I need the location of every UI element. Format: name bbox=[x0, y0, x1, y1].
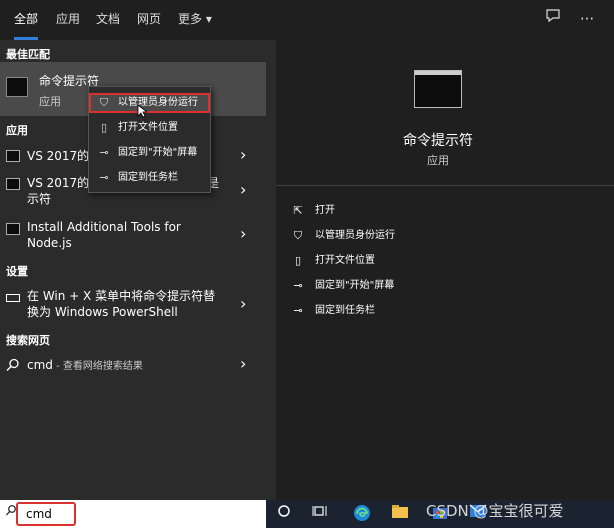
preview-subtitle: 应用 bbox=[427, 154, 449, 167]
more-options-icon[interactable]: ··· bbox=[576, 8, 598, 30]
console-icon bbox=[6, 223, 20, 235]
action-label: 固定到"开始"屏幕 bbox=[315, 280, 395, 291]
section-settings: 设置 bbox=[6, 265, 28, 278]
chevron-right-icon[interactable]: › bbox=[240, 180, 246, 199]
list-item-install-tools[interactable]: Install Additional Tools for Node.js › bbox=[0, 216, 266, 254]
preview-pane: 命令提示符 应用 ⇱ 打开 ⛉ 以管理员身份运行 ▯ 打开文件位置 ⊸ 固定到"… bbox=[276, 40, 614, 500]
feedback-icon[interactable] bbox=[542, 8, 564, 30]
tab-documents[interactable]: 文档 bbox=[96, 0, 120, 40]
action-run-as-admin[interactable]: ⛉ 以管理员身份运行 bbox=[276, 226, 614, 246]
list-item-label: VS 2017的 bbox=[27, 176, 90, 190]
cmd-app-large-icon bbox=[414, 70, 462, 108]
taskbar-search-box[interactable] bbox=[0, 500, 266, 528]
tab-web[interactable]: 网页 bbox=[137, 0, 161, 40]
list-item-label-line2: 示符 bbox=[27, 192, 52, 206]
settings-monitor-icon bbox=[6, 294, 20, 302]
file-location-icon: ▯ bbox=[100, 121, 108, 134]
taskbar: CSDN @宝宝很可爱 bbox=[0, 500, 614, 528]
list-item-web-search[interactable]: cmd - 查看网络搜索结果 › bbox=[0, 354, 266, 376]
action-open[interactable]: ⇱ 打开 bbox=[276, 201, 614, 221]
shield-icon: ⛉ bbox=[99, 96, 109, 109]
search-icon bbox=[6, 504, 16, 522]
action-label: 打开 bbox=[315, 205, 335, 216]
chevron-right-icon[interactable]: › bbox=[240, 294, 246, 313]
shield-icon: ⛉ bbox=[293, 229, 303, 242]
section-web: 搜索网页 bbox=[6, 334, 50, 347]
list-item-winx-setting[interactable]: 在 Win + X 菜单中将命令提示符替 换为 Windows PowerShe… bbox=[0, 286, 266, 324]
web-query: cmd bbox=[27, 358, 53, 372]
action-label: 打开文件位置 bbox=[315, 255, 375, 266]
list-item-label: VS 2017的 bbox=[27, 149, 90, 163]
task-view-circle-icon[interactable] bbox=[274, 504, 294, 524]
context-menu: ⛉ 以管理员身份运行 ▯ 打开文件位置 ⊸ 固定到"开始"屏幕 ⊸ 固定到任务栏 bbox=[88, 86, 211, 193]
action-pin-taskbar[interactable]: ⊸ 固定到任务栏 bbox=[276, 301, 614, 321]
setting-label: 在 Win + X 菜单中将命令提示符替 bbox=[27, 289, 216, 303]
section-best-match: 最佳匹配 bbox=[6, 48, 50, 61]
divider bbox=[276, 185, 614, 186]
action-open-location[interactable]: ▯ 打开文件位置 bbox=[276, 251, 614, 271]
file-explorer-icon[interactable] bbox=[390, 504, 410, 524]
menu-item-label: 固定到"开始"屏幕 bbox=[118, 147, 198, 158]
best-match-subtitle: 应用 bbox=[39, 95, 61, 108]
tab-all[interactable]: 全部 bbox=[14, 0, 39, 40]
search-icon bbox=[6, 358, 19, 371]
tab-more-label: 更多 bbox=[178, 12, 203, 26]
task-view-icon[interactable] bbox=[310, 504, 330, 524]
menu-item-label: 打开文件位置 bbox=[118, 122, 178, 133]
menu-item-pin-start[interactable]: ⊸ 固定到"开始"屏幕 bbox=[89, 143, 210, 163]
web-query-suffix: - 查看网络搜索结果 bbox=[52, 361, 143, 372]
file-location-icon: ▯ bbox=[294, 254, 302, 267]
open-icon: ⇱ bbox=[293, 204, 303, 217]
search-filter-bar: 全部 应用 文档 网页 更多 ▾ ··· bbox=[0, 0, 614, 40]
action-label: 固定到任务栏 bbox=[315, 305, 375, 316]
edge-browser-icon[interactable] bbox=[352, 504, 372, 524]
action-label: 以管理员身份运行 bbox=[315, 230, 395, 241]
section-apps: 应用 bbox=[6, 124, 28, 137]
menu-item-open-location[interactable]: ▯ 打开文件位置 bbox=[89, 118, 210, 138]
pin-icon: ⊸ bbox=[293, 304, 303, 317]
chevron-right-icon[interactable]: › bbox=[240, 224, 246, 243]
pin-icon: ⊸ bbox=[293, 279, 303, 292]
menu-item-label: 固定到任务栏 bbox=[118, 172, 178, 183]
list-item-label-line2: Node.js bbox=[27, 236, 72, 250]
chevron-right-icon[interactable]: › bbox=[240, 145, 246, 164]
watermark: CSDN @宝宝很可爱 bbox=[426, 502, 564, 520]
action-pin-start[interactable]: ⊸ 固定到"开始"屏幕 bbox=[276, 276, 614, 296]
chevron-down-icon: ▾ bbox=[205, 12, 212, 26]
menu-item-label: 以管理员身份运行 bbox=[118, 97, 198, 108]
tab-more[interactable]: 更多 ▾ bbox=[178, 0, 212, 40]
console-icon bbox=[6, 178, 20, 190]
chevron-right-icon[interactable]: › bbox=[240, 354, 246, 373]
search-input[interactable] bbox=[16, 502, 76, 526]
setting-label-line2: 换为 Windows PowerShell bbox=[27, 305, 178, 319]
list-item-label: Install Additional Tools for bbox=[27, 220, 181, 234]
console-icon bbox=[6, 150, 20, 162]
mouse-cursor-icon bbox=[137, 104, 149, 121]
tab-apps[interactable]: 应用 bbox=[56, 0, 80, 40]
menu-item-run-as-admin[interactable]: ⛉ 以管理员身份运行 bbox=[89, 93, 210, 113]
cmd-app-icon bbox=[6, 77, 28, 97]
preview-title: 命令提示符 bbox=[403, 133, 473, 149]
pin-icon: ⊸ bbox=[99, 171, 109, 184]
pin-icon: ⊸ bbox=[99, 146, 109, 159]
menu-item-pin-taskbar[interactable]: ⊸ 固定到任务栏 bbox=[89, 168, 210, 188]
